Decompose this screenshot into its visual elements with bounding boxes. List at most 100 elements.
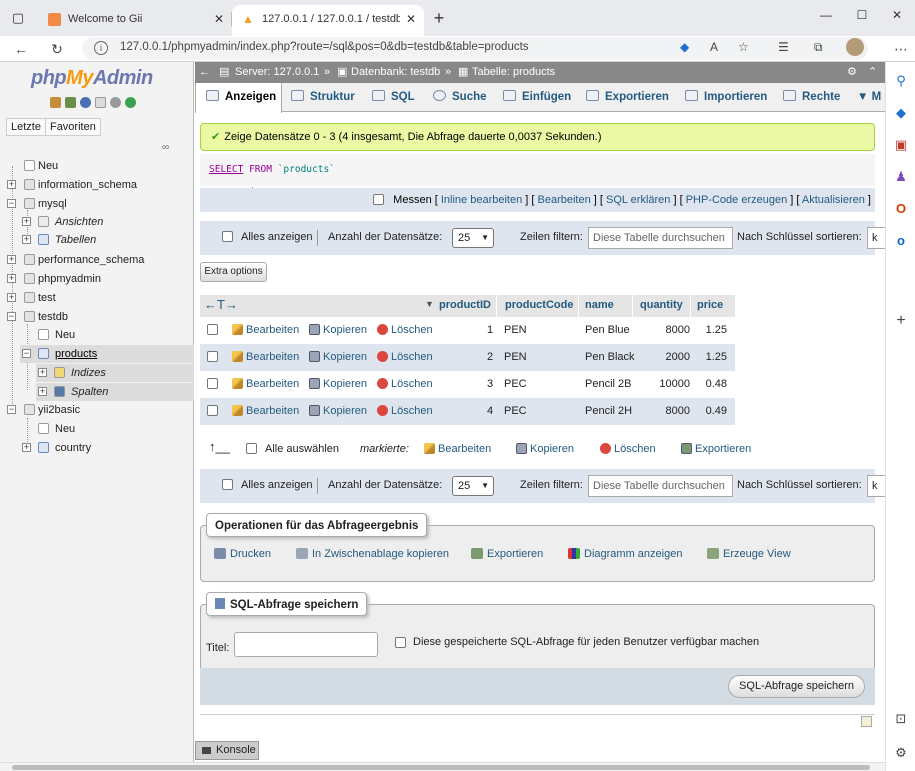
link-chain-icon[interactable]: ∞ [162, 142, 169, 153]
tab-privileges[interactable]: Rechte [783, 83, 840, 112]
select-all-checkbox[interactable] [246, 439, 257, 459]
column-header-productid[interactable]: productID [439, 299, 491, 311]
tree-item-indexes[interactable]: + Indizes [36, 364, 194, 382]
cell-price[interactable]: 1.25 [697, 344, 727, 371]
cell-productcode[interactable]: PEN [504, 317, 527, 344]
favorite-add-icon[interactable]: ☆ [738, 40, 749, 54]
edit-row-button[interactable]: Bearbeiten [232, 398, 299, 425]
profile-avatar[interactable] [846, 38, 864, 56]
logout-icon[interactable] [65, 97, 77, 108]
shopping-tag-icon[interactable]: ◆ [892, 104, 910, 122]
expand-icon[interactable]: + [7, 180, 16, 189]
outlook-icon[interactable]: o [892, 232, 910, 250]
phpmyadmin-logo[interactable]: phpMyAdmin [31, 67, 153, 90]
collections-icon[interactable]: ⧉ [814, 40, 823, 55]
breadcrumb-table[interactable]: Tabelle: products [472, 62, 555, 83]
expand-icon[interactable]: + [38, 368, 47, 377]
cell-price[interactable]: 0.49 [697, 398, 727, 425]
column-nav-arrows[interactable]: ←T→ [204, 297, 238, 312]
copy-to-clipboard-button[interactable]: In Zwischenablage kopieren [296, 548, 449, 560]
collapse-icon[interactable]: − [7, 312, 16, 321]
export-results-button[interactable]: Exportieren [471, 548, 543, 560]
tree-item-views[interactable]: + Ansichten [0, 213, 194, 231]
close-window-button[interactable]: ✕ [885, 8, 909, 22]
tab-actions-icon[interactable]: ▢ [8, 8, 28, 28]
edit-row-button[interactable]: Bearbeiten [232, 317, 299, 344]
edit-row-button[interactable]: Bearbeiten [232, 344, 299, 371]
sort-by-key-select[interactable]: k [867, 475, 885, 497]
row-count-select[interactable]: 25 ▼ [452, 228, 494, 248]
copy-row-button[interactable]: Kopieren [309, 398, 367, 425]
bulk-copy-button[interactable]: Kopieren [516, 439, 574, 459]
inline-edit-link[interactable]: Inline bearbeiten [441, 194, 522, 206]
bulk-edit-button[interactable]: Bearbeiten [424, 439, 491, 459]
tab-browse[interactable]: Anzeigen [195, 83, 282, 113]
expand-icon[interactable]: + [22, 235, 31, 244]
create-php-code-link[interactable]: PHP-Code erzeugen [686, 194, 788, 206]
row-checkbox[interactable] [207, 371, 218, 398]
tree-item-test[interactable]: + test [0, 289, 194, 307]
cell-name[interactable]: Pen Black [585, 344, 635, 371]
cell-productcode[interactable]: PEN [504, 344, 527, 371]
copy-row-button[interactable]: Kopieren [309, 344, 367, 371]
maximize-button[interactable]: ☐ [850, 8, 874, 22]
cell-name[interactable]: Pencil 2B [585, 371, 631, 398]
tree-item-new-table[interactable]: Neu [0, 326, 194, 344]
extra-options-button[interactable]: Extra options [200, 262, 267, 282]
docs-icon[interactable] [95, 97, 107, 108]
expand-icon[interactable]: + [22, 217, 31, 226]
add-sidebar-app-icon[interactable]: + [892, 312, 910, 330]
show-all-checkbox[interactable] [222, 479, 233, 491]
copy-row-button[interactable]: Kopieren [309, 317, 367, 344]
extension-tag-icon[interactable]: ◆ [680, 40, 689, 54]
tree-item-yii2basic[interactable]: − yii2basic [0, 401, 194, 419]
share-query-checkbox[interactable] [395, 637, 406, 649]
expand-icon[interactable]: + [38, 387, 47, 396]
copy-row-button[interactable]: Kopieren [309, 371, 367, 398]
column-header-name[interactable]: name [585, 299, 614, 311]
print-button[interactable]: Drucken [214, 548, 271, 560]
collapse-icon[interactable]: − [7, 199, 16, 208]
row-checkbox[interactable] [207, 344, 218, 371]
row-checkbox[interactable] [207, 398, 218, 425]
edit-query-link[interactable]: Bearbeiten [538, 194, 591, 206]
cell-productcode[interactable]: PEC [504, 371, 527, 398]
tree-item-country[interactable]: + country [0, 439, 194, 457]
delete-row-button[interactable]: Löschen [377, 344, 433, 371]
delete-row-button[interactable]: Löschen [377, 317, 433, 344]
display-chart-button[interactable]: Diagramm anzeigen [568, 548, 682, 560]
row-count-select[interactable]: 25 ▼ [452, 476, 494, 496]
help-icon[interactable] [80, 97, 92, 108]
cell-price[interactable]: 0.48 [697, 371, 727, 398]
cell-productid[interactable]: 1 [487, 317, 493, 344]
cell-price[interactable]: 1.25 [697, 317, 727, 344]
collapse-top-icon[interactable]: ⌃ [868, 62, 877, 83]
collapse-icon[interactable]: − [22, 349, 31, 358]
delete-row-button[interactable]: Löschen [377, 398, 433, 425]
cell-quantity[interactable]: 8000 [640, 398, 690, 425]
tree-item-new-table-yii[interactable]: Neu [0, 420, 194, 438]
browser-tab-phpmyadmin[interactable]: ▲ 127.0.0.1 / 127.0.0.1 / testdb | phpMy… [232, 5, 424, 36]
settings-icon[interactable] [110, 97, 122, 108]
profiling-checkbox[interactable] [373, 194, 385, 205]
office-icon[interactable]: O [892, 200, 910, 218]
tree-item-testdb[interactable]: − testdb [0, 308, 194, 326]
filter-rows-input[interactable]: Diese Tabelle durchsuchen [588, 227, 733, 249]
cell-name[interactable]: Pencil 2H [585, 398, 632, 425]
expand-icon[interactable]: + [7, 293, 16, 302]
tab-more[interactable]: ▼ M [857, 83, 881, 112]
home-icon[interactable] [50, 97, 61, 108]
sort-by-key-select[interactable]: k [867, 227, 885, 249]
cell-productid[interactable]: 3 [487, 371, 493, 398]
browser-tab-gii[interactable]: Welcome to Gii ✕ [38, 5, 232, 36]
nav-toggle-icon[interactable]: ← [199, 62, 210, 83]
minimize-button[interactable]: — [814, 8, 838, 22]
tree-item-new[interactable]: Neu [0, 157, 194, 175]
cell-quantity[interactable]: 8000 [640, 317, 690, 344]
tab-search[interactable]: Suche [433, 83, 487, 112]
read-aloud-icon[interactable]: A [710, 40, 718, 54]
tree-item-information-schema[interactable]: + information_schema [0, 176, 194, 194]
tab-structure[interactable]: Struktur [291, 83, 355, 112]
expand-icon[interactable]: + [7, 274, 16, 283]
more-menu-icon[interactable]: ⋯ [890, 38, 912, 60]
